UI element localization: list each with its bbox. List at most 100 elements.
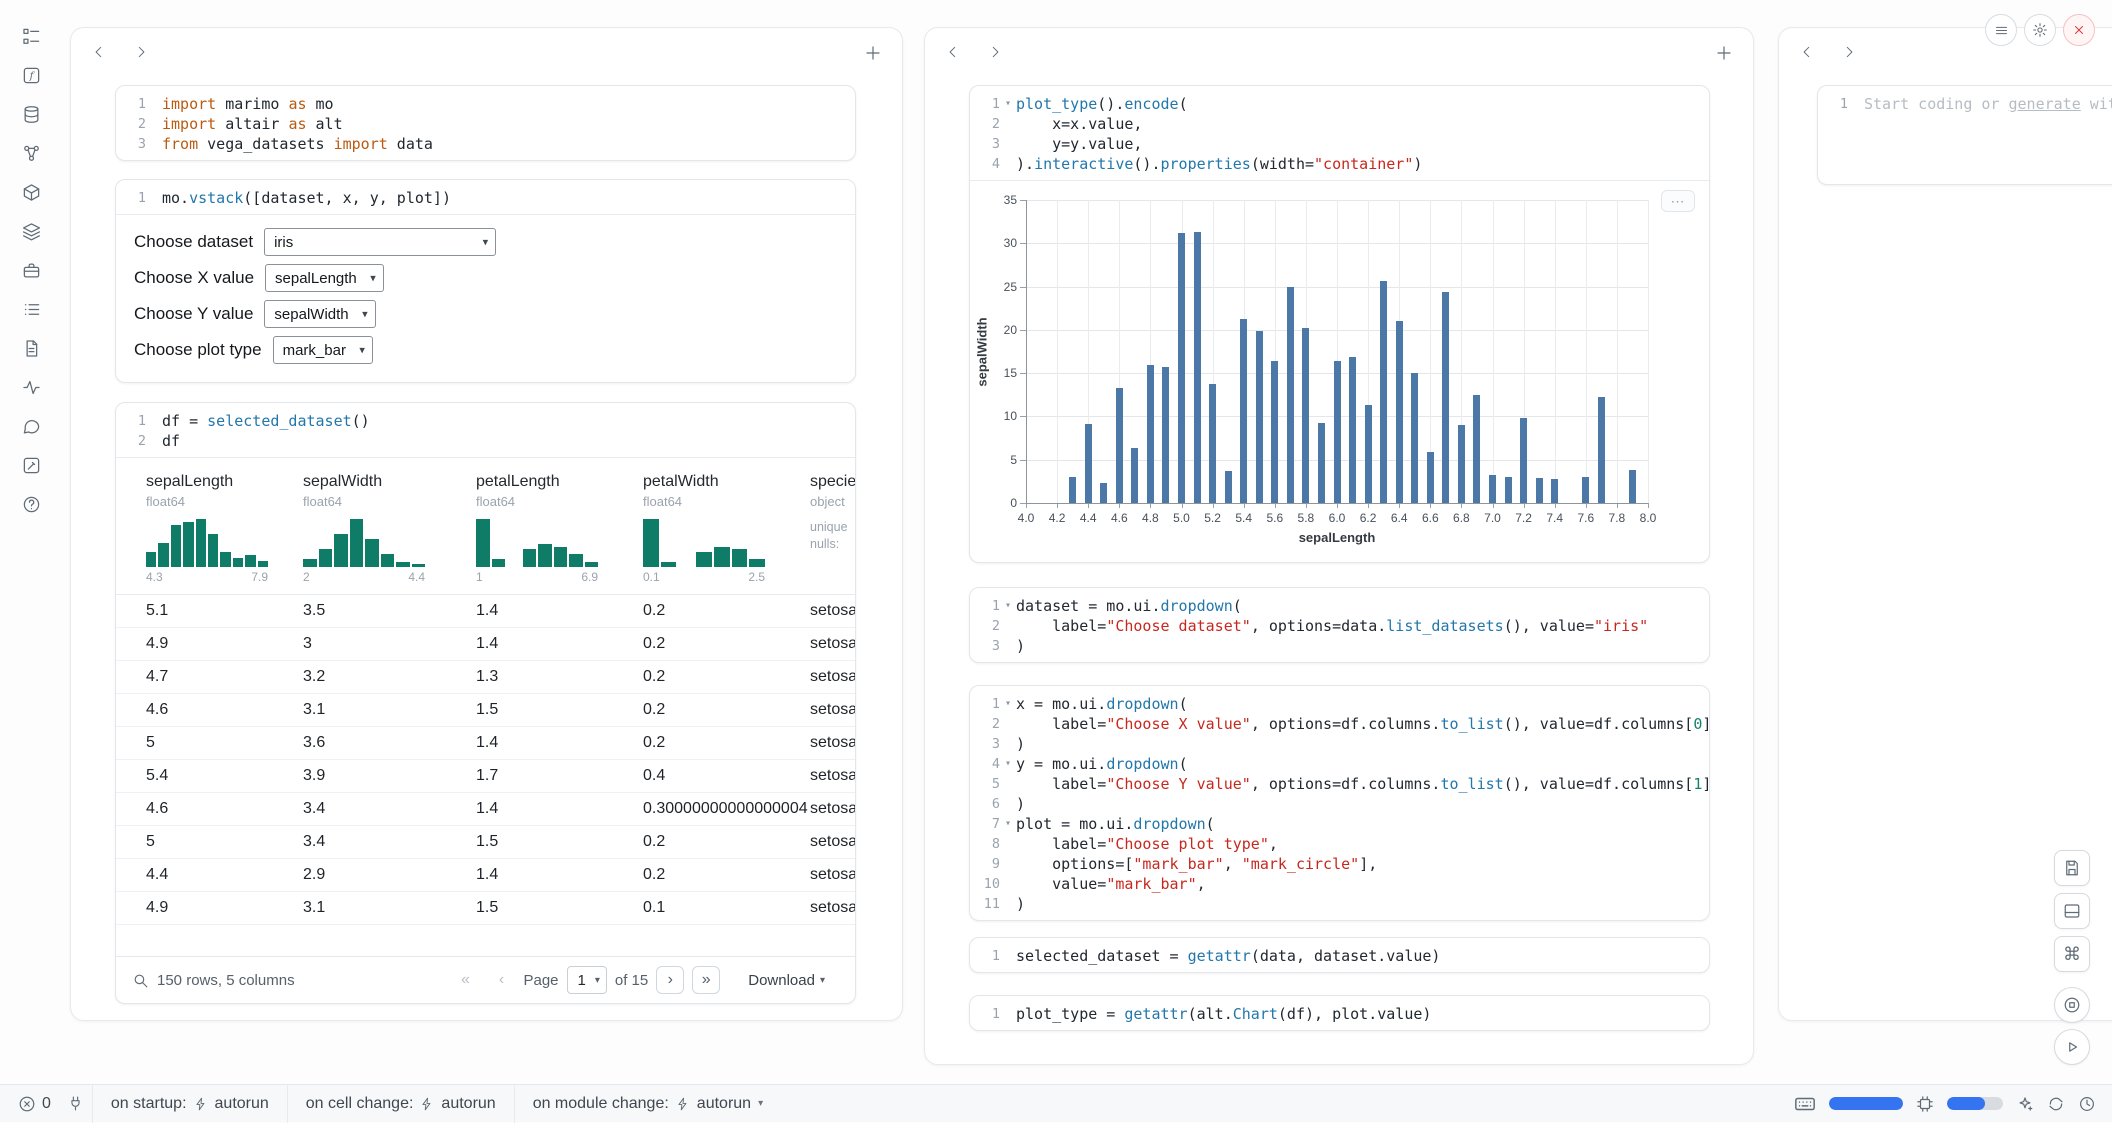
command-palette-button[interactable]: ⌘ (2054, 936, 2090, 972)
code-editor[interactable]: 1df = selected_dataset()2df (116, 403, 855, 457)
run-all-button[interactable] (2054, 1029, 2090, 1065)
last-page-button[interactable]: » (692, 966, 720, 994)
table-row[interactable]: 4.42.91.40.2setosa (116, 859, 855, 892)
code-line[interactable]: 4).interactive().properties(width="conta… (970, 154, 1709, 174)
dropdown[interactable]: sepalLength (265, 264, 384, 292)
dependency-graph-icon[interactable] (19, 141, 43, 165)
add-cell-button[interactable] (860, 40, 886, 66)
code-line[interactable]: 10 value="mark_bar", (970, 874, 1709, 894)
code-line[interactable]: 5 label="Choose Y value", options=df.col… (970, 774, 1709, 794)
settings-gear-button[interactable] (2024, 14, 2056, 46)
chevron-right-icon[interactable] (1835, 38, 1863, 66)
code-line[interactable]: 1▾x = mo.ui.dropdown( (970, 694, 1709, 714)
fold-chevron-icon[interactable]: ▾ (1000, 596, 1016, 616)
code-line[interactable]: 7▾plot = mo.ui.dropdown( (970, 814, 1709, 834)
code-line[interactable]: 1df = selected_dataset() (116, 411, 855, 431)
table-row[interactable]: 5.43.91.70.4setosa (116, 760, 855, 793)
code-line[interactable]: 2 label="Choose dataset", options=data.l… (970, 616, 1709, 636)
table-row[interactable]: 53.41.50.2setosa (116, 826, 855, 859)
code-editor[interactable]: 1selected_dataset = getattr(data, datase… (970, 938, 1709, 972)
dropdown[interactable]: sepalWidth (264, 300, 375, 328)
table-row[interactable]: 4.93.11.50.1setosa (116, 892, 855, 925)
save-button[interactable] (2054, 850, 2090, 886)
table-row[interactable]: 4.63.41.40.30000000000000004setosa (116, 793, 855, 826)
add-cell-button[interactable] (1711, 40, 1737, 66)
code-line[interactable]: 3) (970, 636, 1709, 656)
column-header[interactable]: sepalLengthfloat644.37.9 (146, 473, 303, 584)
run-stale-cells-button[interactable] (2054, 987, 2090, 1023)
dropdown[interactable]: iris (264, 228, 496, 256)
code-editor[interactable]: 1import marimo as mo2import altair as al… (116, 86, 855, 160)
code-line[interactable]: 1import marimo as mo (116, 94, 855, 114)
refresh-icon[interactable] (2047, 1095, 2065, 1113)
table-row[interactable]: 5.13.51.40.2setosa (116, 595, 855, 628)
table-row[interactable]: 4.63.11.50.2setosa (116, 694, 855, 727)
chevron-left-icon[interactable] (939, 38, 967, 66)
code-line[interactable]: 2import altair as alt (116, 114, 855, 134)
layout-toggle-button[interactable] (2054, 893, 2090, 929)
code-editor[interactable]: 1 Start coding or generate with AI (1818, 86, 2112, 120)
column-header[interactable]: speciesobjectuniquenulls: (810, 473, 855, 584)
connection-button[interactable] (59, 1095, 92, 1112)
download-button[interactable]: Download▾ (748, 972, 825, 989)
code-line[interactable]: 8 label="Choose plot type", (970, 834, 1709, 854)
chevron-right-icon[interactable] (981, 38, 1009, 66)
code-line[interactable]: 3from vega_datasets import data (116, 134, 855, 154)
code-line[interactable]: 9 options=["mark_bar", "mark_circle"], (970, 854, 1709, 874)
keyboard-icon[interactable] (1794, 1093, 1816, 1115)
code-line[interactable]: 2df (116, 431, 855, 451)
code-editor[interactable]: 1▾x = mo.ui.dropdown(2 label="Choose X v… (970, 686, 1709, 920)
code-line[interactable]: 11) (970, 894, 1709, 914)
column-header[interactable]: petalLengthfloat6416.9 (476, 473, 643, 584)
page-select[interactable]: 1 (567, 966, 607, 994)
code-line[interactable]: 1mo.vstack([dataset, x, y, plot]) (116, 188, 855, 208)
fold-chevron-icon[interactable]: ▾ (1000, 94, 1016, 114)
code-line[interactable]: 3) (970, 734, 1709, 754)
code-line[interactable]: 4▾y = mo.ui.dropdown( (970, 754, 1709, 774)
file-explorer-icon[interactable] (19, 24, 43, 48)
functions-icon[interactable]: f (19, 63, 43, 87)
code-editor[interactable]: 1mo.vstack([dataset, x, y, plot]) (116, 180, 855, 214)
data-sources-icon[interactable] (19, 102, 43, 126)
clock-icon[interactable] (2078, 1095, 2096, 1113)
code-line[interactable]: 1▾plot_type().encode( (970, 94, 1709, 114)
table-row[interactable]: 53.61.40.2setosa (116, 727, 855, 760)
code-line[interactable]: 1▾dataset = mo.ui.dropdown( (970, 596, 1709, 616)
help-icon[interactable] (19, 492, 43, 516)
chevron-left-icon[interactable] (85, 38, 113, 66)
code-editor[interactable]: 1▾dataset = mo.ui.dropdown(2 label="Choo… (970, 588, 1709, 662)
chevron-right-icon[interactable] (127, 38, 155, 66)
fold-chevron-icon[interactable]: ▾ (1000, 694, 1016, 714)
code-line[interactable]: 2 x=x.value, (970, 114, 1709, 134)
column-header[interactable]: sepalWidthfloat6424.4 (303, 473, 476, 584)
errors-indicator[interactable]: 0 (10, 1095, 59, 1113)
runtime-cell-change-setting[interactable]: on cell change: autorun (287, 1085, 514, 1123)
scratchpad-icon[interactable] (19, 453, 43, 477)
code-editor[interactable]: 1plot_type = getattr(alt.Chart(df), plot… (970, 996, 1709, 1030)
code-line[interactable]: 1plot_type = getattr(alt.Chart(df), plot… (970, 1004, 1709, 1024)
table-row[interactable]: 4.931.40.2setosa (116, 628, 855, 661)
prev-page-button[interactable]: ‹ (487, 966, 515, 994)
table-row[interactable]: 4.73.21.30.2setosa (116, 661, 855, 694)
layers-icon[interactable] (19, 219, 43, 243)
fold-chevron-icon[interactable]: ▾ (1000, 814, 1016, 834)
column-header[interactable]: petalWidthfloat640.12.5 (643, 473, 810, 584)
next-page-button[interactable]: › (656, 966, 684, 994)
sparkles-icon[interactable] (2016, 1095, 2034, 1113)
code-line[interactable]: 3 y=y.value, (970, 134, 1709, 154)
fold-chevron-icon[interactable]: ▾ (1000, 754, 1016, 774)
documentation-icon[interactable] (19, 336, 43, 360)
dropdown[interactable]: mark_bar (273, 336, 373, 364)
code-editor[interactable]: 1▾plot_type().encode(2 x=x.value,3 y=y.v… (970, 86, 1709, 180)
first-page-button[interactable]: « (451, 966, 479, 994)
packages-icon[interactable] (19, 180, 43, 204)
runtime-module-change-setting[interactable]: on module change: autorun ▾ (514, 1085, 781, 1123)
code-line[interactable]: 2 label="Choose X value", options=df.col… (970, 714, 1709, 734)
outline-icon[interactable] (19, 297, 43, 321)
runtime-startup-setting[interactable]: on startup: autorun (92, 1085, 287, 1123)
shutdown-close-button[interactable] (2063, 14, 2095, 46)
tracing-icon[interactable] (19, 375, 43, 399)
chart-options-button[interactable]: ⋯ (1661, 190, 1695, 212)
chat-icon[interactable] (19, 414, 43, 438)
code-line[interactable]: 6) (970, 794, 1709, 814)
